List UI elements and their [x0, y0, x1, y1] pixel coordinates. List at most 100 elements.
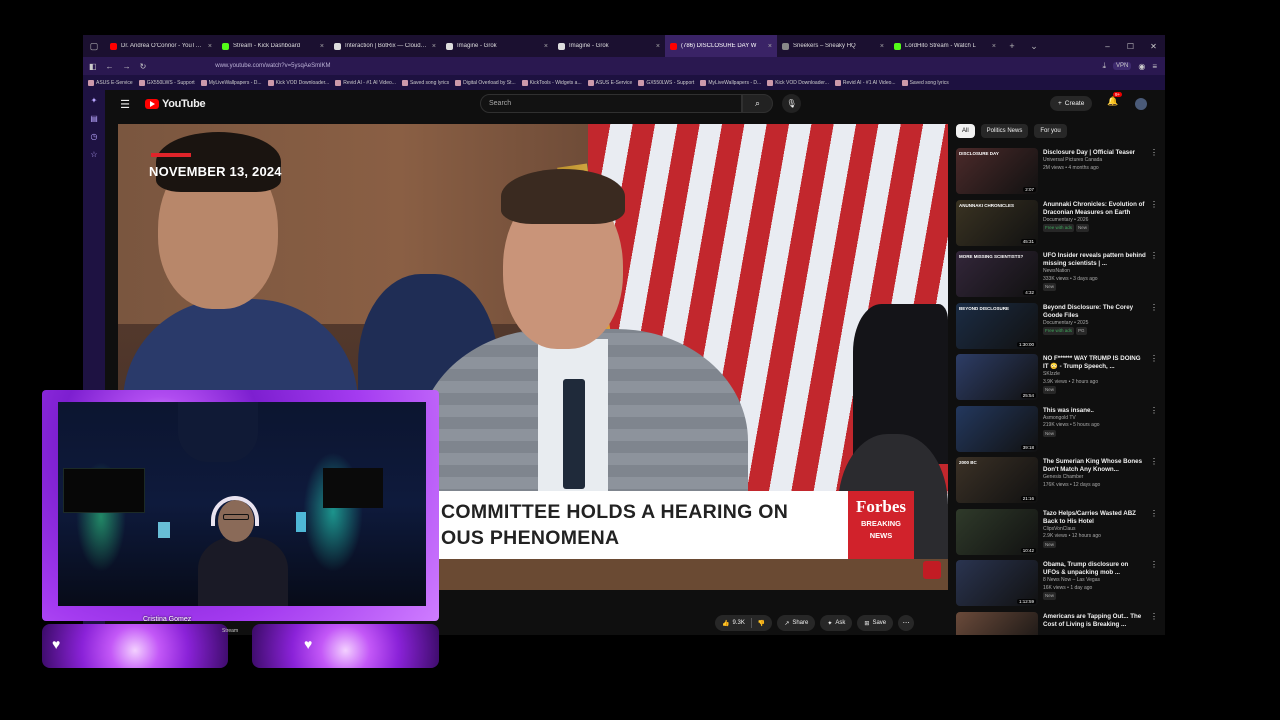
account-avatar[interactable]: [1135, 98, 1147, 110]
channel-name[interactable]: Universal Pictures Canada: [1043, 157, 1156, 165]
browser-tab[interactable]: Sneekers – Sneaky HQ ×: [777, 35, 889, 57]
browser-tab[interactable]: Imagine - Grok ×: [553, 35, 665, 57]
video-thumbnail[interactable]: DISCLOSURE DAY 2:07: [956, 148, 1038, 194]
video-title[interactable]: The Sumerian King Whose Bones Don't Matc…: [1043, 458, 1156, 474]
reload-icon[interactable]: ↻: [140, 62, 147, 71]
channel-name[interactable]: SKIzzle: [1043, 371, 1156, 379]
filter-chip[interactable]: All: [956, 124, 975, 138]
bookmark-star-icon[interactable]: ☆: [90, 150, 97, 159]
kebab-menu-icon[interactable]: ⋮: [1150, 457, 1158, 466]
tab-close-icon[interactable]: ×: [320, 43, 324, 50]
search-input[interactable]: Search: [480, 94, 742, 113]
video-thumbnail[interactable]: BEYOND DISCLOSURE 1:30:00: [956, 302, 1038, 349]
kebab-menu-icon[interactable]: ⋮: [1150, 303, 1158, 312]
video-title[interactable]: Disclosure Day | Official Teaser: [1043, 149, 1156, 157]
bookmark-item[interactable]: Saved song lyrics: [401, 79, 449, 86]
bookmark-item[interactable]: KickTools - Widgets a...: [521, 79, 582, 86]
kebab-menu-icon[interactable]: ⋮: [1150, 560, 1158, 569]
video-thumbnail[interactable]: 1:12:59: [956, 560, 1038, 606]
bookmark-item[interactable]: ASUS E-Service: [587, 79, 632, 86]
browser-tab[interactable]: Imagine - Grok ×: [441, 35, 553, 57]
bookmark-item[interactable]: MyLiveWallpapers - D...: [200, 79, 262, 86]
channel-name[interactable]: Asmongold TV: [1043, 415, 1156, 423]
recommendation-item[interactable]: 2000 BC 21:16 The Sumerian King Whose Bone…: [956, 457, 1158, 509]
browser-tab[interactable]: Dr. Andrea O'Connor - YouTube ×: [105, 35, 217, 57]
voice-search-button[interactable]: 🎙: [782, 94, 801, 113]
recommendation-item[interactable]: 1:12:59 Obama, Trump disclosure on UFOs &…: [956, 560, 1158, 612]
video-title[interactable]: Beyond Disclosure: The Corey Goode Files: [1043, 304, 1156, 320]
tab-close-icon[interactable]: ×: [880, 43, 884, 50]
bookmark-item[interactable]: Kick VOD Downloader...: [767, 79, 829, 86]
like-dislike-button[interactable]: 👍 9.3K 👎: [715, 615, 773, 631]
tab-close-icon[interactable]: ×: [208, 43, 212, 50]
tab-close-icon[interactable]: ×: [432, 43, 436, 50]
video-thumbnail[interactable]: MORE MISSING SCIENTISTS? 4:32: [956, 251, 1038, 297]
channel-name[interactable]: ClipsVonClaus: [1043, 526, 1156, 534]
video-thumbnail[interactable]: ANUNNAKI CHRONICLES 45:31: [956, 199, 1038, 246]
workspace-icon[interactable]: ▤: [90, 114, 98, 123]
video-thumbnail[interactable]: 39:18: [956, 405, 1038, 452]
video-thumbnail[interactable]: 10:42: [956, 508, 1038, 555]
bookmark-item[interactable]: Revid AI - #1 AI Video...: [335, 79, 396, 86]
tab-close-icon[interactable]: ×: [544, 43, 548, 50]
forward-icon[interactable]: →: [123, 62, 131, 71]
video-title[interactable]: Anunnaki Chronicles: Evolution of Dracon…: [1043, 201, 1156, 217]
kebab-menu-icon[interactable]: ⋮: [1150, 509, 1158, 518]
browser-tab[interactable]: (786) DISCLOSURE DAY W ×: [665, 35, 777, 57]
channel-name[interactable]: Documentary • 2025: [1043, 320, 1156, 328]
kebab-menu-icon[interactable]: ⋮: [1150, 354, 1158, 363]
minimize-icon[interactable]: –: [1096, 42, 1119, 51]
bookmark-item[interactable]: Kick VOD Downloader...: [267, 79, 329, 86]
bookmark-item[interactable]: GX550LWS - Support: [138, 79, 195, 86]
url-field[interactable]: www.youtube.com/watch?v=5ysqAeSmlKM: [215, 63, 895, 69]
new-tab-button[interactable]: +: [1001, 35, 1023, 57]
browser-tab[interactable]: LordHito Stream - Watch L ×: [889, 35, 1001, 57]
recommendation-item[interactable]: 25:54 NO F****** WAY TRUMP IS DOING IT 😳 …: [956, 354, 1158, 406]
bookmark-item[interactable]: GX550LWS - Support: [638, 79, 694, 86]
video-title[interactable]: NO F****** WAY TRUMP IS DOING IT 😳 - Tru…: [1043, 355, 1156, 371]
kebab-menu-icon[interactable]: ⋮: [1150, 612, 1158, 621]
video-thumbnail[interactable]: 25:54: [956, 354, 1038, 400]
tab-close-icon[interactable]: ×: [992, 43, 996, 50]
bookmark-item[interactable]: ASUS E-Service: [88, 79, 133, 86]
kebab-menu-icon[interactable]: ⋮: [1150, 406, 1158, 415]
download-icon[interactable]: ⤓: [1102, 61, 1106, 71]
video-thumbnail[interactable]: 2000 BC 21:16: [956, 457, 1038, 503]
kebab-menu-icon[interactable]: ⋮: [1150, 148, 1158, 157]
back-icon[interactable]: ←: [106, 62, 114, 71]
channel-name[interactable]: Genesis Chamber: [1043, 474, 1156, 482]
recommendation-item[interactable]: Americans are Tapping Out... The Cost of…: [956, 611, 1158, 635]
maximize-icon[interactable]: ☐: [1119, 42, 1142, 51]
video-title[interactable]: Americans are Tapping Out... The Cost of…: [1043, 613, 1156, 629]
youtube-logo[interactable]: YouTube: [145, 98, 206, 110]
save-button[interactable]: ⊞ Save: [857, 615, 894, 631]
browser-tab[interactable]: Interaction | BotRix — Cloud St ×: [329, 35, 441, 57]
bookmark-item[interactable]: Digital Overload by St...: [455, 79, 516, 86]
ask-button[interactable]: ✦ Ask: [820, 615, 853, 631]
recommendation-item[interactable]: BEYOND DISCLOSURE 1:30:00 Beyond Disclosur…: [956, 302, 1158, 355]
kebab-menu-icon[interactable]: ⋮: [1150, 200, 1158, 209]
bookmark-item[interactable]: MyLiveWallpapers - D...: [700, 79, 761, 86]
filter-chip[interactable]: Politics News: [980, 124, 1029, 138]
recommendation-item[interactable]: DISCLOSURE DAY 2:07 Disclosure Day | Offic…: [956, 148, 1158, 200]
channel-name[interactable]: Documentary • 2026: [1043, 217, 1156, 225]
vpn-badge[interactable]: VPN: [1113, 62, 1132, 70]
ai-sparkle-icon[interactable]: ✦: [91, 96, 98, 105]
browser-tab[interactable]: Stream - Kick Dashboard ×: [217, 35, 329, 57]
tab-close-icon[interactable]: ×: [656, 43, 660, 50]
more-actions-button[interactable]: ⋯: [898, 615, 915, 631]
tab-close-icon[interactable]: ×: [768, 43, 772, 50]
channel-name[interactable]: NewsNation: [1043, 268, 1156, 276]
history-icon[interactable]: ◷: [91, 132, 98, 141]
recommendation-item[interactable]: 39:18 This was insane.. Asmongold TV 219K v…: [956, 405, 1158, 458]
bookmark-item[interactable]: Saved song lyrics: [901, 79, 949, 86]
recommendation-item[interactable]: MORE MISSING SCIENTISTS? 4:32 UFO Insider …: [956, 251, 1158, 303]
tab-overview-icon[interactable]: ▢: [83, 35, 105, 57]
video-title[interactable]: Obama, Trump disclosure on UFOs & unpack…: [1043, 561, 1156, 577]
bookmark-item[interactable]: Revid AI - #1 AI Video...: [834, 79, 896, 86]
menu-icon[interactable]: ≡: [1152, 62, 1157, 71]
video-thumbnail[interactable]: [956, 611, 1038, 635]
video-title[interactable]: UFO Insider reveals pattern behind missi…: [1043, 252, 1156, 268]
channel-name[interactable]: 8 News Now – Las Vegas: [1043, 577, 1156, 585]
share-button[interactable]: ↗ Share: [777, 615, 816, 631]
